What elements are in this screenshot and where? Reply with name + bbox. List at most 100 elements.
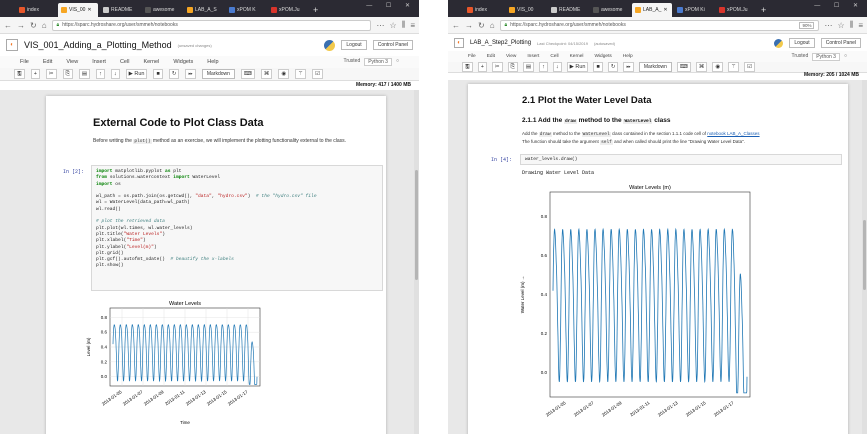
browser-tab[interactable]: xPOM K	[226, 3, 266, 17]
menu-widgets[interactable]: Widgets	[594, 54, 611, 59]
command-palette-icon[interactable]: ⌘	[260, 69, 273, 79]
browser-tab-active[interactable]: LAB_A_ ✕	[632, 3, 672, 17]
restart-icon[interactable]: ↻	[607, 62, 619, 72]
url-bar[interactable]: 🔒︎ https://sparc.hydroshare.org/user/smm…	[499, 19, 820, 31]
menu-widgets[interactable]: Widgets	[173, 59, 193, 65]
browser-tab[interactable]: VIS_00	[506, 3, 546, 17]
browser-tab[interactable]: awesome	[142, 3, 182, 17]
new-tab-button[interactable]: +	[313, 3, 318, 17]
fast-forward-icon[interactable]: ⏩︎	[623, 62, 634, 72]
move-down-icon[interactable]: ↓	[110, 69, 120, 79]
cut-icon[interactable]: ✂	[45, 69, 57, 79]
control-panel-button[interactable]: Control Panel	[372, 40, 413, 50]
restart-icon[interactable]: ↻	[168, 69, 180, 79]
menu-edit[interactable]: Edit	[487, 54, 495, 59]
code-cell[interactable]: import matplotlib.pyplot as plt from sol…	[91, 165, 383, 291]
menu-help[interactable]: Help	[207, 59, 218, 65]
logout-button[interactable]: Logout	[341, 40, 367, 50]
trusted-indicator[interactable]: Trusted	[791, 53, 808, 61]
notebook-title[interactable]: VIS_001_Adding_a_Plotting_Method	[24, 40, 172, 50]
browser-tab[interactable]: xPOM.Ju	[268, 3, 308, 17]
reload-icon[interactable]: ↻	[30, 21, 37, 30]
back-icon[interactable]: ←	[452, 21, 460, 30]
browser-tab-active[interactable]: VIS_00 ✕	[58, 3, 98, 17]
run-button[interactable]: ▶ Run	[125, 69, 148, 79]
menu-file[interactable]: File	[20, 59, 29, 65]
window-controls[interactable]: — ☐ ✕	[366, 2, 416, 9]
move-up-icon[interactable]: ↑	[539, 62, 548, 72]
magic-wand-icon[interactable]: ⚚	[295, 69, 307, 79]
menu-cell[interactable]: Cell	[120, 59, 129, 65]
cut-icon[interactable]: ✂	[491, 62, 503, 72]
scrollbar-thumb[interactable]	[415, 170, 418, 280]
library-icon[interactable]: ⫼	[850, 20, 854, 30]
menu-view[interactable]: View	[66, 59, 78, 65]
close-tab-icon[interactable]: ✕	[87, 7, 91, 13]
kernel-name[interactable]: Python 3	[812, 52, 840, 61]
fast-forward-icon[interactable]: ⏩︎	[185, 69, 196, 79]
code-cell[interactable]: water_levels.draw()	[520, 154, 842, 165]
reload-icon[interactable]: ↻	[478, 21, 485, 30]
browser-tab[interactable]: awesome	[590, 3, 630, 17]
scrollbar[interactable]	[414, 90, 419, 434]
window-controls[interactable]: — ☐ ✕	[814, 2, 864, 9]
back-icon[interactable]: ←	[4, 21, 12, 30]
copy-icon[interactable]: ⎘	[62, 69, 73, 79]
paste-icon[interactable]: ▤	[78, 69, 91, 79]
jupyter-logo-icon[interactable]: ◐	[454, 38, 464, 48]
browser-tab[interactable]: index	[464, 3, 504, 17]
home-icon[interactable]: ⌂	[490, 21, 495, 30]
kernel-name[interactable]: Python 3	[364, 58, 392, 66]
magic-wand-icon[interactable]: ⚚	[728, 62, 740, 72]
menu-insert[interactable]: Insert	[527, 54, 539, 59]
menu-kernel[interactable]: Kernel	[570, 54, 584, 59]
url-bar[interactable]: 🔒︎ https://sparc.hydroshare.org/user/smm…	[51, 19, 372, 31]
home-icon[interactable]: ⌂	[42, 21, 47, 30]
cell-type-select[interactable]: Markdown	[201, 69, 235, 79]
close-tab-icon[interactable]: ✕	[663, 7, 667, 13]
menu-view[interactable]: View	[506, 54, 516, 59]
checkbox-icon[interactable]: ☑	[744, 62, 756, 72]
copy-icon[interactable]: ⎘	[507, 62, 518, 72]
paste-icon[interactable]: ▤	[522, 62, 535, 72]
trusted-indicator[interactable]: Trusted	[343, 58, 360, 66]
save-icon[interactable]: 🖫︎	[462, 62, 473, 72]
menu-file[interactable]: File	[468, 54, 476, 59]
menu-insert[interactable]: Insert	[92, 59, 106, 65]
move-down-icon[interactable]: ↓	[552, 62, 562, 72]
forward-icon[interactable]: →	[465, 21, 473, 30]
insert-cell-icon[interactable]: +	[477, 62, 487, 72]
save-icon[interactable]: 🖫︎	[14, 69, 25, 79]
library-icon[interactable]: ⫼	[402, 20, 406, 30]
insert-cell-icon[interactable]: +	[30, 69, 40, 79]
bookmark-star-icon[interactable]: ☆	[389, 21, 396, 30]
page-actions-icon[interactable]: ⋯	[376, 21, 384, 30]
logout-button[interactable]: Logout	[789, 38, 815, 48]
stop-icon[interactable]: ■	[593, 62, 603, 72]
browser-tab[interactable]: README	[548, 3, 588, 17]
zoom-level[interactable]: 90%	[799, 21, 815, 29]
browser-tab[interactable]: xPOM.Ju	[716, 3, 756, 17]
browser-tab[interactable]: xPOM Ki	[674, 3, 714, 17]
jupyter-logo-icon[interactable]: ◐	[6, 39, 18, 51]
new-tab-button[interactable]: +	[761, 3, 766, 17]
browser-tab[interactable]: LAB_A_S	[184, 3, 224, 17]
keyboard-icon[interactable]: ⌨	[676, 62, 691, 72]
browser-tab[interactable]: README	[100, 3, 140, 17]
cell-type-select[interactable]: Markdown	[638, 62, 672, 72]
command-palette-icon[interactable]: ⌘	[695, 62, 708, 72]
stop-icon[interactable]: ■	[153, 69, 163, 79]
menu-cell[interactable]: Cell	[550, 54, 558, 59]
run-button[interactable]: ▶ Run	[566, 62, 589, 72]
forward-icon[interactable]: →	[17, 21, 25, 30]
page-actions-icon[interactable]: ⋯	[824, 21, 832, 30]
scrollbar-thumb[interactable]	[863, 220, 866, 290]
control-panel-button[interactable]: Control Panel	[820, 38, 861, 48]
visibility-icon[interactable]: ◉	[278, 69, 290, 79]
bookmark-star-icon[interactable]: ☆	[837, 21, 844, 30]
checkbox-icon[interactable]: ☑	[312, 69, 324, 79]
visibility-icon[interactable]: ◉	[712, 62, 724, 72]
notebook-title[interactable]: LAB_A_Step2_Plotting	[470, 40, 531, 46]
notebook-link[interactable]: notebook LAB_A_Classes	[707, 131, 759, 136]
menu-icon[interactable]: ≡	[410, 21, 415, 30]
